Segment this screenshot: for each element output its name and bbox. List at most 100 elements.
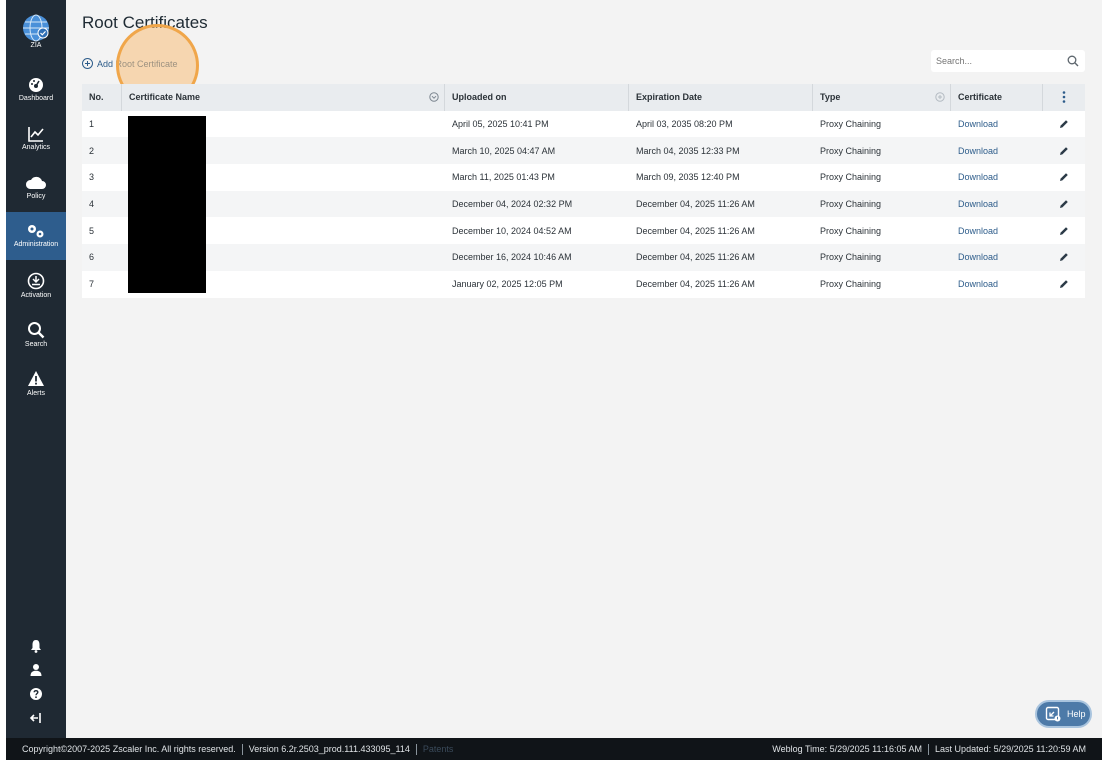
edit-button[interactable] (1043, 137, 1085, 164)
cell-expiration-date: December 04, 2025 11:26 AM (636, 199, 755, 210)
user-icon[interactable] (28, 662, 44, 678)
header-expiration-date[interactable]: Expiration Date (629, 84, 813, 111)
download-link[interactable]: Download (951, 244, 1043, 271)
search-input[interactable] (936, 56, 1056, 66)
logo-label: ZIA (30, 42, 42, 49)
edit-button[interactable] (1043, 244, 1085, 271)
help-button[interactable]: Help (1035, 700, 1092, 728)
weblog-time: Weblog Time: 5/29/2025 11:16:05 AM (772, 744, 923, 754)
cell-no: 2 (89, 145, 95, 156)
cell-no: 5 (89, 225, 95, 236)
patents-link[interactable]: Patents (423, 744, 454, 754)
sidebar: ZIA Dashboard Analytics Policy Administr… (6, 0, 66, 738)
cell-type: Proxy Chaining (820, 252, 882, 263)
dashboard-icon (29, 78, 43, 92)
cell-expiration-date: December 04, 2025 11:26 AM (636, 252, 755, 263)
download-link[interactable]: Download (951, 191, 1043, 218)
cell-no: 6 (89, 252, 95, 263)
edit-button[interactable] (1043, 271, 1085, 298)
sidebar-item-search[interactable]: Search (6, 316, 66, 364)
pencil-icon (1060, 226, 1068, 235)
cell-expiration-date: March 09, 2035 12:40 PM (636, 172, 740, 183)
kebab-menu-icon (1062, 91, 1066, 104)
help-label: Help (1067, 709, 1086, 719)
table-row: 5 December 10, 2024 04:52 AM December 04… (82, 217, 1085, 244)
logout-icon[interactable] (28, 710, 44, 726)
pencil-icon (1060, 280, 1068, 289)
download-link[interactable]: Download (951, 111, 1043, 138)
sidebar-item-label: Search (24, 341, 48, 348)
cell-type: Proxy Chaining (820, 119, 882, 130)
header-certificate-name[interactable]: Certificate Name (122, 84, 445, 111)
sidebar-item-policy[interactable]: Policy (6, 170, 66, 218)
copyright-text: Copyright©2007-2025 Zscaler Inc. All rig… (22, 744, 236, 754)
header-certificate[interactable]: Certificate (951, 84, 1043, 111)
search-icon[interactable] (1067, 55, 1079, 67)
cell-type: Proxy Chaining (820, 172, 882, 183)
pencil-icon (1060, 253, 1068, 262)
divider (241, 743, 243, 755)
column-menu-button[interactable] (1043, 84, 1085, 111)
zia-logo[interactable]: ZIA (6, 14, 66, 49)
header-certificate-name-label: Certificate Name (129, 92, 201, 103)
add-root-certificate-button[interactable]: Add Root Certificate (82, 58, 178, 69)
edit-button[interactable] (1043, 191, 1085, 218)
add-root-certificate-label: Add Root Certificate (97, 58, 178, 69)
table-row: 7 January 02, 2025 12:05 PM December 04,… (82, 271, 1085, 298)
cell-type: Proxy Chaining (820, 225, 882, 236)
download-link[interactable]: Download (951, 137, 1043, 164)
footer-right: Weblog Time: 5/29/2025 11:16:05 AM Last … (772, 743, 1086, 755)
help-panel-icon (1045, 706, 1061, 722)
download-link[interactable]: Download (951, 164, 1043, 191)
filter-icon[interactable] (935, 92, 945, 102)
cell-uploaded-on: March 10, 2025 04:47 AM (452, 145, 556, 156)
question-icon[interactable] (28, 686, 44, 702)
sidebar-item-analytics[interactable]: Analytics (6, 121, 66, 169)
globe-icon (22, 14, 50, 42)
pencil-icon (1060, 146, 1068, 155)
bell-icon[interactable] (28, 638, 44, 654)
sidebar-item-alerts[interactable]: Alerts (6, 365, 66, 413)
cell-expiration-date: March 04, 2035 12:33 PM (636, 145, 740, 156)
sidebar-item-dashboard[interactable]: Dashboard (6, 72, 66, 120)
cell-uploaded-on: December 16, 2024 10:46 AM (452, 252, 572, 263)
sidebar-item-label: Policy (26, 193, 46, 200)
edit-button[interactable] (1043, 217, 1085, 244)
header-type[interactable]: Type (813, 84, 951, 111)
table-row: 3 March 11, 2025 01:43 PM March 09, 2035… (82, 164, 1085, 191)
table-row: 6 December 16, 2024 10:46 AM December 04… (82, 244, 1085, 271)
table-row: 1 April 05, 2025 10:41 PM April 03, 2035… (82, 111, 1085, 138)
sort-toggle-icon[interactable] (429, 92, 439, 102)
header-type-label: Type (820, 92, 841, 103)
cell-no: 7 (89, 279, 95, 290)
pencil-icon (1060, 120, 1068, 129)
cell-uploaded-on: December 04, 2024 02:32 PM (452, 199, 573, 210)
download-link[interactable]: Download (951, 271, 1043, 298)
add-circle-icon (82, 58, 93, 69)
edit-button[interactable] (1043, 164, 1085, 191)
sidebar-item-administration[interactable]: Administration (6, 212, 66, 260)
sidebar-item-activation[interactable]: Activation (6, 267, 66, 315)
search-box[interactable] (931, 50, 1085, 72)
edit-button[interactable] (1043, 111, 1085, 138)
app-window: ZIA Dashboard Analytics Policy Administr… (0, 0, 1103, 768)
sidebar-item-label: Analytics (21, 144, 50, 151)
status-footer: Copyright©2007-2025 Zscaler Inc. All rig… (6, 738, 1102, 760)
header-no[interactable]: No. (82, 84, 122, 111)
main-content: Root Certificates Add Root Certificate N… (66, 0, 1102, 738)
activation-icon (27, 272, 45, 290)
cell-uploaded-on: March 11, 2025 01:43 PM (452, 172, 555, 183)
cell-no: 1 (89, 119, 95, 130)
header-uploaded-on[interactable]: Uploaded on (445, 84, 629, 111)
cell-no: 3 (89, 172, 95, 183)
search-icon (28, 322, 45, 339)
gears-icon (28, 225, 44, 238)
root-certificates-table: No. Certificate Name Uploaded on Expirat… (82, 84, 1085, 298)
cell-type: Proxy Chaining (820, 145, 882, 156)
version-text: Version 6.2r.2503_prod.111.433095_114 (248, 744, 410, 754)
analytics-icon (28, 127, 44, 142)
cell-uploaded-on: January 02, 2025 12:05 PM (452, 279, 563, 290)
cell-expiration-date: April 03, 2035 08:20 PM (636, 119, 733, 130)
cell-uploaded-on: December 10, 2024 04:52 AM (452, 225, 572, 236)
download-link[interactable]: Download (951, 217, 1043, 244)
